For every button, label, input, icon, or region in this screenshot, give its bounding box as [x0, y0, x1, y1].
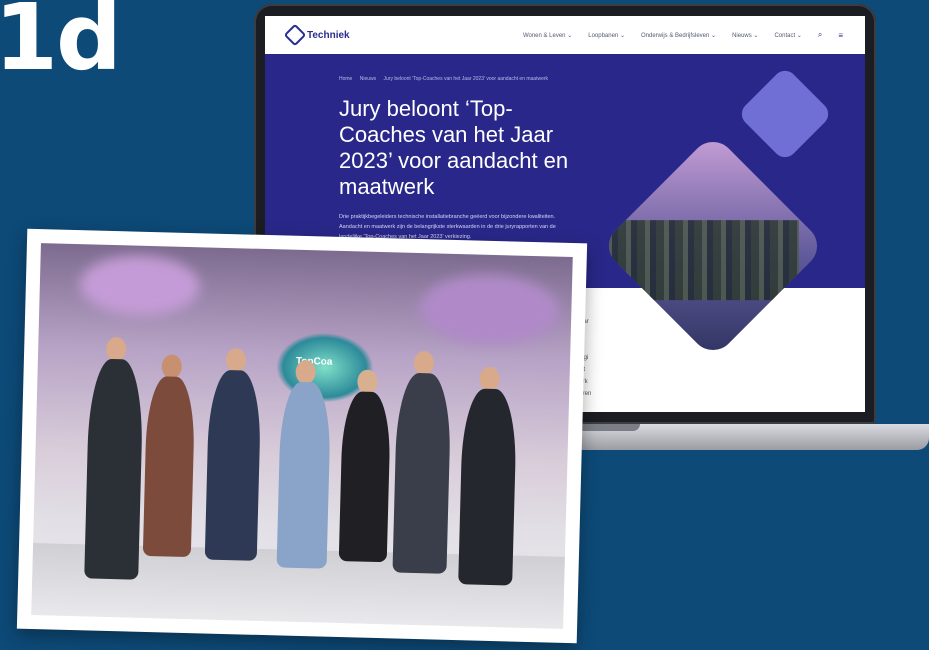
award-group-photo: TopCoa	[31, 243, 573, 629]
breadcrumb-nieuws[interactable]: Nieuws	[360, 76, 376, 82]
decorative-diamond	[736, 65, 834, 163]
stage-light	[418, 273, 561, 347]
search-icon[interactable]: ⌕	[818, 30, 822, 40]
person	[338, 391, 392, 563]
person-head	[413, 350, 435, 376]
person-head	[479, 366, 500, 392]
nav-item-onderwijs[interactable]: Onderwijs & Bedrijfsleven	[641, 32, 716, 39]
nav-item-loopbanen[interactable]: Loopbanen	[588, 32, 625, 39]
nav-item-wonen[interactable]: Wonen & Leven	[523, 32, 572, 39]
logo-icon	[283, 23, 307, 47]
person	[276, 381, 332, 569]
nav-item-contact[interactable]: Contact	[774, 32, 801, 39]
article-title: Jury beloont ‘Top-Coaches van het Jaar 2…	[339, 96, 569, 199]
site-header: Techniek Wonen & Leven Loopbanen Onderwi…	[265, 16, 865, 55]
printed-photo-frame: TopCoa	[16, 228, 588, 644]
menu-icon[interactable]: ≡	[838, 31, 843, 40]
person	[392, 372, 452, 574]
site-logo[interactable]: Techniek	[283, 23, 350, 47]
person-head	[357, 369, 378, 394]
person	[142, 375, 196, 558]
breadcrumb: Home Nieuws Jury beloont 'Top-Coaches va…	[339, 76, 554, 82]
person-head	[161, 354, 183, 379]
site-nav: Wonen & Leven Loopbanen Onderwijs & Bedr…	[523, 30, 843, 40]
person	[84, 358, 144, 580]
hero-photo	[599, 132, 827, 360]
stage-light	[79, 254, 201, 318]
person-head	[105, 336, 127, 362]
heading-fragment: 1d	[0, 0, 122, 91]
person-head	[225, 347, 247, 373]
logo-text: Techniek	[307, 29, 350, 41]
person	[204, 369, 262, 561]
breadcrumb-home[interactable]: Home	[339, 76, 352, 82]
person	[458, 388, 518, 586]
breadcrumb-current: Jury beloont 'Top-Coaches van het Jaar 2…	[383, 76, 549, 82]
group-photo-people	[599, 220, 799, 301]
nav-item-nieuws[interactable]: Nieuws	[732, 32, 758, 39]
